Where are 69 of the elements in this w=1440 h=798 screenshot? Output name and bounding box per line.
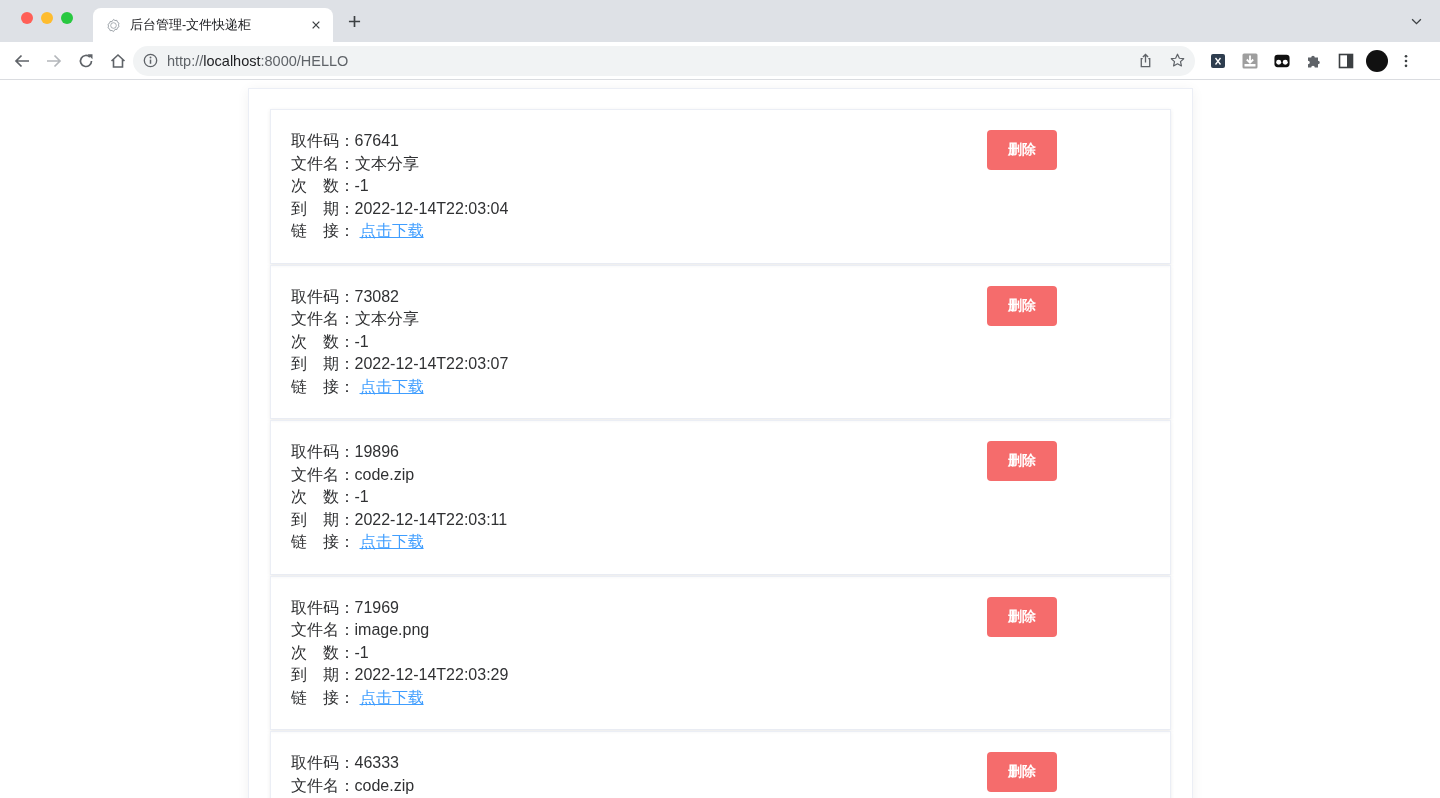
download-tray-icon[interactable] bbox=[1242, 52, 1258, 69]
field-value: 2022-12-14T22:03:29 bbox=[354, 665, 509, 685]
delete-button[interactable]: 删除 bbox=[986, 285, 1057, 326]
delete-button[interactable]: 删除 bbox=[986, 130, 1057, 170]
avatar-icon[interactable] bbox=[1366, 49, 1388, 72]
address-bar[interactable]: http://localhost:8000/HELLO bbox=[133, 45, 1195, 76]
field-value: -1 bbox=[354, 331, 369, 352]
field-value: 19896 bbox=[354, 442, 399, 462]
field-label: 文件名： bbox=[290, 153, 355, 174]
menu-icon[interactable] bbox=[1404, 53, 1408, 68]
field-value: 67641 bbox=[354, 131, 399, 151]
field-label: 链 接： bbox=[290, 221, 355, 241]
field-value: -1 bbox=[354, 642, 369, 663]
field-label: 次 数： bbox=[290, 176, 355, 196]
field-label: 文件名： bbox=[290, 775, 355, 796]
url-text: http://localhost:8000/HELLO bbox=[167, 52, 349, 69]
browser-tab[interactable]: 后台管理-文件快递柜 bbox=[93, 8, 333, 42]
back-arrow-icon[interactable] bbox=[14, 52, 30, 69]
delete-button[interactable]: 删除 bbox=[986, 596, 1057, 637]
chevron-down-icon[interactable] bbox=[1411, 17, 1422, 25]
field-value: 46333 bbox=[354, 753, 399, 773]
field-label: 到 期： bbox=[290, 198, 355, 219]
field-label: 链 接： bbox=[290, 687, 355, 708]
share-icon[interactable] bbox=[1138, 53, 1153, 68]
delete-button[interactable]: 删除 bbox=[986, 752, 1057, 792]
field-label: 取件码： bbox=[290, 131, 355, 151]
home-icon[interactable] bbox=[110, 52, 126, 69]
plus-icon[interactable] bbox=[348, 14, 361, 28]
field-label: 取件码： bbox=[290, 597, 355, 618]
reload-icon[interactable] bbox=[78, 52, 94, 69]
field-value: -1 bbox=[354, 487, 369, 507]
download-link[interactable]: 点击下载 bbox=[359, 375, 424, 398]
field-label: 到 期： bbox=[290, 509, 355, 530]
field-value: 文本分享 bbox=[354, 309, 419, 329]
field-label: 取件码： bbox=[290, 442, 355, 462]
tab-title: 后台管理-文件快递柜 bbox=[130, 16, 253, 34]
field-label: 链 接： bbox=[290, 376, 355, 397]
field-value: 73082 bbox=[354, 286, 399, 307]
field-value: 文本分享 bbox=[354, 153, 419, 174]
field-label: 文件名： bbox=[290, 464, 355, 485]
field-value: 2022-12-14T22:03:11 bbox=[354, 509, 508, 530]
download-link[interactable]: 点击下载 bbox=[359, 220, 424, 243]
field-label: 次 数： bbox=[290, 642, 355, 663]
seal-icon bbox=[106, 17, 121, 33]
field-value: code.zip bbox=[354, 775, 415, 796]
info-icon[interactable] bbox=[143, 53, 158, 68]
side-panel-icon[interactable] bbox=[1338, 52, 1354, 69]
field-label: 到 期： bbox=[290, 354, 355, 374]
field-label: 次 数： bbox=[290, 331, 355, 352]
download-link[interactable]: 点击下载 bbox=[359, 531, 424, 554]
field-label: 次 数： bbox=[290, 487, 355, 507]
field-label: 到 期： bbox=[290, 665, 355, 685]
field-label: 取件码： bbox=[290, 753, 355, 773]
field-label: 文件名： bbox=[290, 620, 355, 640]
download-link[interactable]: 点击下载 bbox=[359, 686, 424, 709]
field-value: 2022-12-14T22:03:04 bbox=[354, 198, 509, 219]
glasses-icon[interactable] bbox=[1274, 52, 1290, 69]
field-value: 2022-12-14T22:03:07 bbox=[354, 354, 509, 374]
field-label: 链 接： bbox=[290, 532, 355, 552]
field-value: code.zip bbox=[354, 464, 415, 485]
field-value: -1 bbox=[354, 176, 369, 196]
field-value: 71969 bbox=[354, 597, 399, 618]
field-label: 文件名： bbox=[290, 309, 355, 329]
field-label: 取件码： bbox=[290, 286, 355, 307]
star-icon[interactable] bbox=[1170, 53, 1185, 68]
field-value: image.png bbox=[354, 620, 430, 640]
delete-button[interactable]: 删除 bbox=[986, 441, 1057, 481]
x-square-icon[interactable] bbox=[1210, 52, 1226, 69]
close-icon[interactable] bbox=[311, 20, 321, 30]
